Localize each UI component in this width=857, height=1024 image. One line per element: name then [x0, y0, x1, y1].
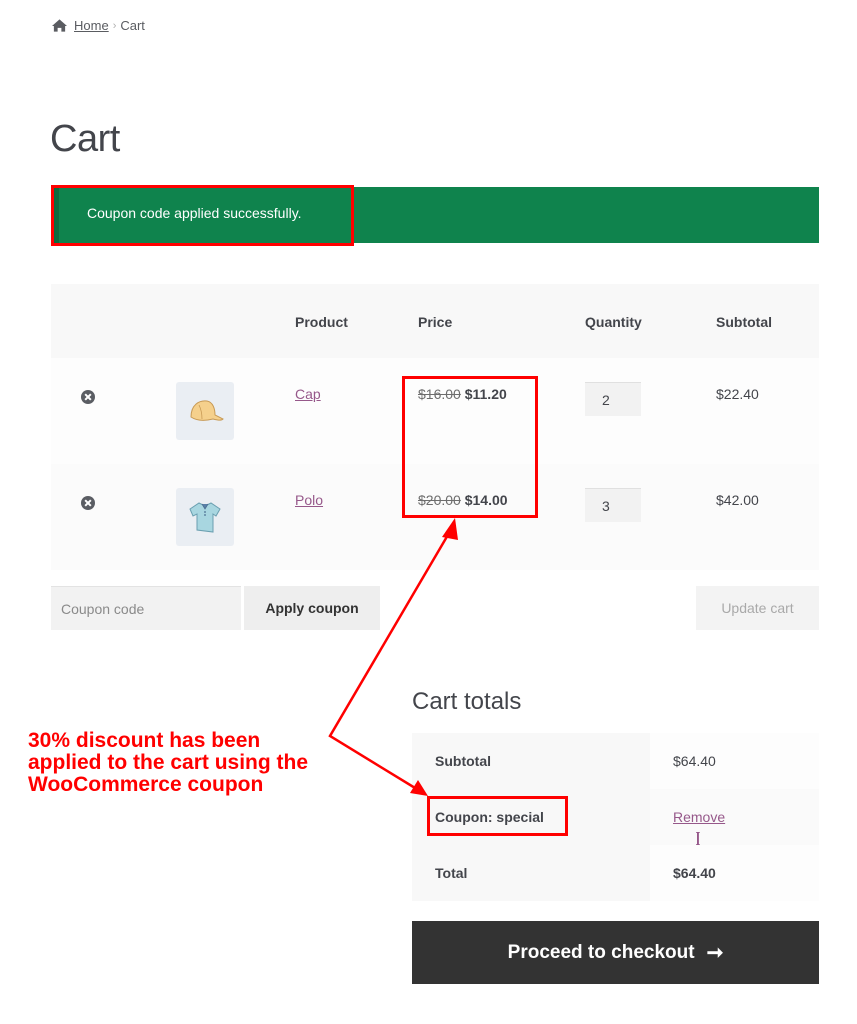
proceed-to-checkout-button[interactable]: Proceed to checkout ➞ — [412, 921, 819, 984]
cart-totals-title: Cart totals — [412, 688, 522, 715]
page-title: Cart — [50, 118, 120, 160]
subtotal-polo: $42.00 — [716, 492, 759, 508]
cap-image — [190, 400, 224, 421]
coupon-code-input[interactable] — [51, 586, 241, 630]
polo-image — [189, 502, 221, 533]
remove-item-icon[interactable] — [81, 390, 95, 404]
home-icon — [52, 19, 67, 32]
remove-item-icon[interactable] — [81, 496, 95, 510]
annotation-line: WooCommerce coupon — [28, 773, 264, 796]
totals-label: Subtotal — [435, 753, 491, 769]
totals-value: $64.40 — [673, 753, 716, 769]
annotation-box-coupon — [427, 796, 568, 836]
breadcrumb-current: Cart — [120, 18, 145, 33]
order-total-value: $64.40 — [673, 865, 716, 881]
breadcrumb-separator: › — [112, 19, 117, 32]
totals-row-subtotal: Subtotal $64.40 — [412, 733, 819, 789]
subtotal-cap: $22.40 — [716, 386, 759, 402]
product-thumbnail-polo[interactable] — [176, 488, 234, 546]
update-cart-button[interactable]: Update cart — [696, 586, 819, 630]
header-subtotal: Subtotal — [716, 314, 772, 330]
annotation-line: 30% discount has been — [28, 729, 261, 752]
header-quantity: Quantity — [585, 314, 642, 330]
annotation-box-prices — [402, 376, 538, 518]
product-link-cap[interactable]: Cap — [295, 386, 321, 402]
totals-row-total: Total $64.40 — [412, 845, 819, 901]
product-link-polo[interactable]: Polo — [295, 492, 323, 508]
header-product: Product — [295, 314, 348, 330]
annotation-line: applied to the cart using the — [28, 751, 309, 774]
remove-coupon-link[interactable]: Remove — [673, 809, 725, 825]
quantity-input-cap[interactable] — [585, 382, 641, 416]
breadcrumb-home-link[interactable]: Home — [74, 18, 109, 33]
apply-coupon-button[interactable]: Apply coupon — [244, 586, 380, 630]
totals-label: Total — [435, 865, 468, 881]
checkout-label: Proceed to checkout — [507, 941, 695, 963]
quantity-input-polo[interactable] — [585, 488, 641, 522]
product-thumbnail-cap[interactable] — [176, 382, 234, 440]
table-header: Product Price Quantity Subtotal — [51, 284, 819, 358]
annotation-box-notice — [51, 185, 354, 246]
bracket-close: ] — [696, 829, 700, 845]
breadcrumb: Home › Cart — [52, 18, 145, 33]
header-price: Price — [418, 314, 453, 330]
arrow-right-icon: ➞ — [706, 942, 724, 964]
annotation-text: 30% discount has been applied to the car… — [28, 730, 308, 796]
coupon-remove-wrapper: [Remove] — [673, 809, 725, 845]
